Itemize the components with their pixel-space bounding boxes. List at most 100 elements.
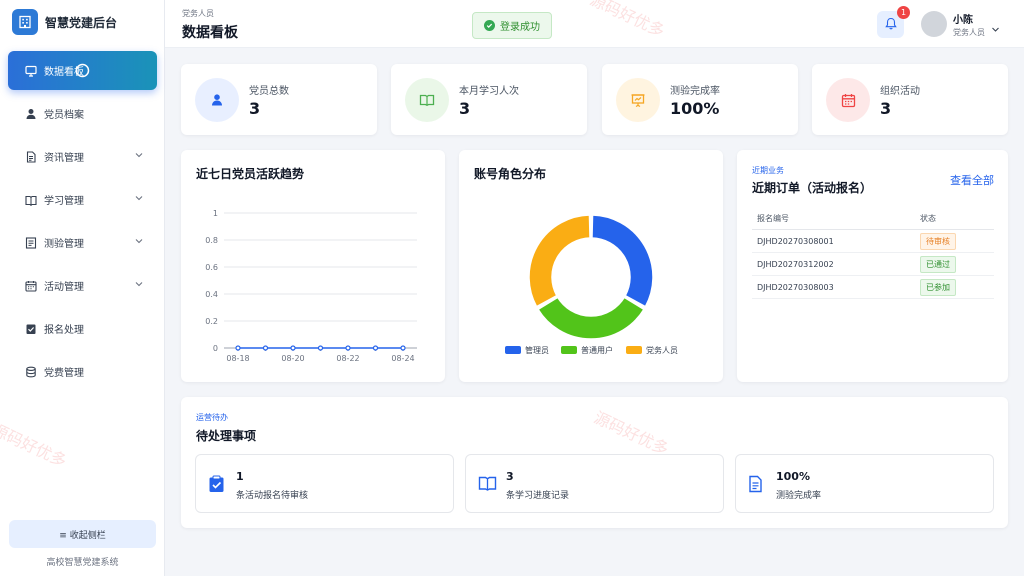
y-tick-label: 1 [213, 209, 218, 218]
sidebar: 智慧党建后台 数据看板 党员档案 资讯管理 学习管理 测验管理 活动管理 报名处… [0, 0, 165, 576]
trend-chart-card: 近七日党员活跃趋势 0 0.2 0.4 0.6 0.8 1 08-18 08-20 08-22 0… [181, 150, 445, 382]
view-all-link[interactable]: 查看全部 [950, 172, 994, 188]
data-point [372, 345, 379, 351]
legend-label: 普通用户 [581, 345, 613, 355]
x-tick-label: 08-18 [226, 354, 249, 363]
document-icon [748, 475, 763, 497]
status-badge: 待审核 [920, 232, 956, 250]
legend-label: 管理员 [525, 345, 549, 355]
todo-count: 1 [236, 470, 244, 483]
book-open-icon [405, 78, 449, 122]
data-point [317, 345, 324, 351]
sidebar-item-label: 活动管理 [44, 282, 84, 293]
sidebar-item-quiz[interactable]: 测验管理 [8, 223, 157, 262]
loading-spinner-icon [75, 63, 90, 81]
user-icon [24, 107, 38, 121]
sidebar-item-label: 学习管理 [44, 196, 84, 207]
page-title: 数据看板 [182, 25, 238, 41]
order-id: DJHD20270312002 [757, 259, 834, 269]
chevron-down-icon [135, 151, 143, 162]
stat-label: 本月学习人次 [459, 86, 519, 97]
data-point [400, 345, 406, 351]
sidebar-item-members[interactable]: 党员档案 [8, 94, 157, 133]
todo-count: 3 [506, 470, 514, 483]
todo-text: 条学习进度记录 [506, 491, 570, 501]
database-icon [24, 365, 38, 379]
user-name[interactable]: 小陈 [953, 11, 973, 26]
x-tick-label: 08-24 [391, 354, 414, 363]
pie-slice [591, 214, 654, 308]
y-tick-label: 0.8 [205, 236, 218, 245]
monitor-icon [24, 64, 38, 78]
chevron-down-icon [135, 280, 143, 291]
avatar[interactable] [921, 11, 947, 37]
legend-label: 党务人员 [646, 345, 678, 355]
notification-button[interactable]: 1 [877, 6, 910, 38]
legend-swatch [626, 346, 642, 354]
sidebar-item-label: 资讯管理 [44, 153, 84, 164]
donut-chart: 管理员 普通用户 党务人员 [505, 214, 678, 355]
data-point [262, 345, 269, 351]
calendar-icon [24, 279, 38, 293]
table-row[interactable]: DJHD20270308001 待审核 [752, 230, 994, 253]
stat-card-activity[interactable]: 组织活动 3 [812, 64, 1008, 135]
data-point [235, 345, 241, 351]
bell-icon [884, 15, 897, 34]
sidebar-item-signup[interactable]: 报名处理 [8, 309, 157, 348]
role-chart-card: 账号角色分布 管理员 普通用户 党务人员 [459, 150, 723, 382]
pie-slice [528, 214, 591, 308]
book-icon [24, 193, 38, 207]
stat-value: 3 [880, 99, 892, 118]
pie-slice [537, 296, 645, 340]
calendar-icon [826, 78, 870, 122]
stat-card-members[interactable]: 党员总数 3 [181, 64, 377, 135]
sidebar-item-study[interactable]: 学习管理 [8, 180, 157, 219]
sidebar-item-fees[interactable]: 党费管理 [8, 352, 157, 391]
sidebar-item-news[interactable]: 资讯管理 [8, 137, 157, 176]
y-tick-label: 0.6 [205, 263, 218, 272]
card-title: 待处理事项 [196, 429, 257, 443]
sidebar-item-activity[interactable]: 活动管理 [8, 266, 157, 305]
sidebar-item-label: 报名处理 [44, 325, 84, 336]
todo-item-study[interactable]: 3 条学习进度记录 [465, 454, 724, 513]
book-open-icon [478, 475, 497, 496]
orders-table: 报名编号 状态 DJHD20270308001 待审核 DJHD20270312… [752, 208, 994, 299]
status-badge: 已参加 [920, 278, 956, 296]
legend-swatch [505, 346, 521, 354]
sidebar-item-label: 测验管理 [44, 239, 84, 250]
notification-badge: 1 [897, 6, 910, 19]
data-point [345, 345, 351, 351]
stat-value: 3 [249, 99, 261, 118]
card-title: 近期订单（活动报名） [752, 181, 873, 195]
stat-label: 党员总数 [249, 86, 289, 97]
login-success-toast: 登录成功 [472, 12, 552, 39]
order-id: DJHD20270308001 [757, 236, 834, 246]
todo-text: 测验完成率 [776, 491, 822, 501]
header: 党务人员 数据看板 登录成功 1 小陈 党务人员 [165, 0, 1024, 48]
stat-card-quiz[interactable]: 测验完成率 100% [602, 64, 798, 135]
presentation-icon [616, 78, 660, 122]
toast-text: 登录成功 [500, 22, 540, 33]
sidebar-item-dashboard[interactable]: 数据看板 [8, 51, 157, 90]
sidebar-item-label: 党员档案 [44, 110, 84, 121]
document-icon [24, 150, 38, 164]
chevron-down-icon[interactable] [991, 19, 1000, 38]
collapse-sidebar-button[interactable]: ≡ 收起侧栏 [9, 520, 156, 548]
line-chart: 0 0.2 0.4 0.6 0.8 1 08-18 08-20 08-22 08-24 [205, 209, 417, 363]
todo-item-quiz[interactable]: 100% 测验完成率 [735, 454, 994, 513]
stat-card-study[interactable]: 本月学习人次 3 [391, 64, 587, 135]
brand[interactable]: 智慧党建后台 [12, 9, 117, 35]
table-row[interactable]: DJHD20270312002 已通过 [752, 253, 994, 276]
y-tick-label: 0.2 [205, 317, 218, 326]
todo-item-signup[interactable]: 1 条活动报名待审核 [195, 454, 454, 513]
table-row[interactable]: DJHD20270308003 已参加 [752, 276, 994, 299]
system-name: 高校智慧党建系统 [46, 558, 119, 568]
app-title: 智慧党建后台 [45, 15, 118, 30]
check-circle-icon [484, 20, 495, 31]
section-tag: 运营待办 [196, 413, 228, 422]
x-tick-label: 08-20 [281, 354, 304, 363]
recent-orders-card: 近期业务 近期订单（活动报名） 查看全部 报名编号 状态 DJHD2027030… [737, 150, 1008, 382]
order-id: DJHD20270308003 [757, 282, 834, 292]
checklist-icon [24, 322, 38, 336]
chevron-down-icon [135, 237, 143, 248]
